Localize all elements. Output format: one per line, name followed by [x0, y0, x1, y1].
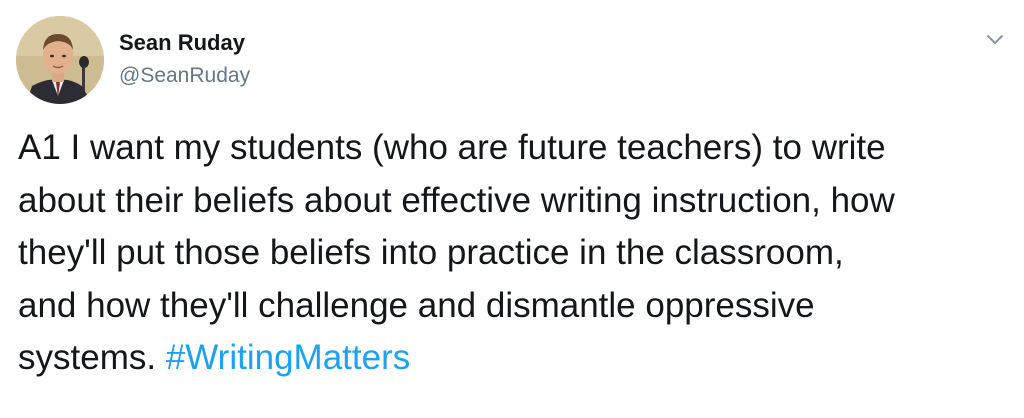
author-handle[interactable]: @SeanRuday [119, 62, 250, 90]
tweet-text-line: they'll put those beliefs into practice … [18, 233, 844, 272]
tweet-text-last-line: systems. #WritingMatters [18, 332, 1014, 385]
tweet-menu-button[interactable] [981, 25, 1009, 53]
chevron-down-icon [987, 35, 1003, 44]
tweet-text-line: and how they'll challenge and dismantle … [18, 285, 815, 325]
tweet-text-line: about their beliefs about effective writ… [18, 180, 895, 220]
tweet-text-segment: systems. [18, 338, 157, 377]
hashtag-link[interactable]: #WritingMatters [166, 338, 410, 377]
tweet-text-line: A1 I want my students (who are future te… [18, 128, 886, 167]
avatar[interactable] [16, 16, 104, 104]
author-name[interactable]: Sean Ruday [119, 29, 245, 57]
tweet-card: Sean Ruday @SeanRuday A1 I want my stude… [0, 0, 1024, 418]
avatar-photo [16, 16, 104, 104]
tweet-text: A1 I want my students (who are future te… [18, 122, 1014, 385]
